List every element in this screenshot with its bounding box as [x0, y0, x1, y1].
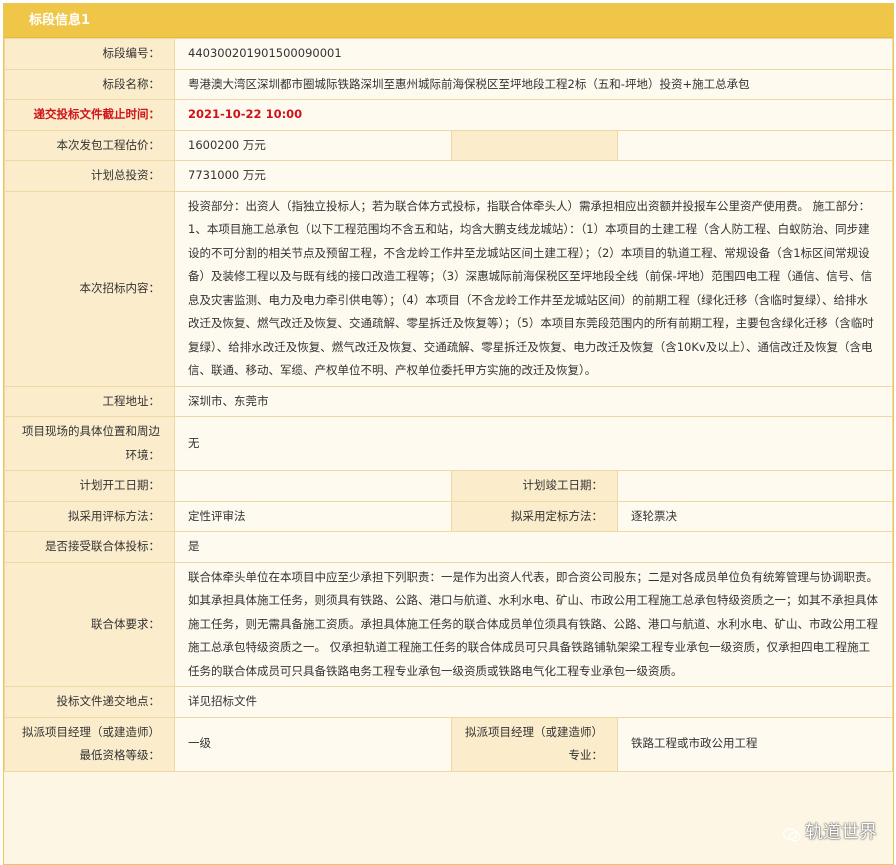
address-value: 深圳市、东莞市: [174, 385, 893, 417]
watermark: 轨道世界: [782, 818, 877, 844]
table-row: 是否接受联合体投标： 是: [4, 531, 893, 563]
empty-cell: [451, 129, 618, 161]
tender-content-label: 本次招标内容：: [4, 190, 175, 387]
eval-method-label: 拟采用评标方法：: [4, 500, 175, 532]
total-investment-value: 7731000 万元: [174, 160, 893, 192]
pm-grade-value: 一级: [174, 716, 452, 772]
table-row: 标段名称： 粤港澳大湾区深圳都市圈城际铁路深圳至惠州城际前海保税区至坪地段工程2…: [4, 68, 893, 100]
pm-major-value: 铁路工程或市政公用工程: [617, 716, 893, 772]
site-environment-value: 无: [174, 416, 893, 471]
finish-date-value: [617, 470, 893, 502]
consortium-accept-label: 是否接受联合体投标：: [4, 531, 175, 563]
table-row: 本次招标内容： 投资部分：出资人（指独立投标人；若为联合体方式投标，指联合体牵头…: [4, 190, 893, 387]
start-date-label: 计划开工日期：: [4, 470, 175, 502]
start-date-value: [174, 470, 452, 502]
tender-content-value: 投资部分：出资人（指独立投标人；若为联合体方式投标，指联合体牵头人）需承担相应出…: [174, 190, 893, 387]
finish-date-label: 计划竣工日期：: [451, 470, 618, 502]
pm-grade-label: 拟派项目经理（或建造师）最低资格等级：: [4, 716, 175, 772]
bid-name-value: 粤港澳大湾区深圳都市圈城际铁路深圳至惠州城际前海保税区至坪地段工程2标（五和-坪…: [174, 68, 893, 100]
deadline-label: 递交投标文件截止时间：: [4, 99, 175, 131]
bid-no-value: 440300201901500090001: [174, 38, 893, 70]
table-row: 投标文件递交地点： 详见招标文件: [4, 686, 893, 718]
bid-info-table: 标段编号： 440300201901500090001 标段名称： 粤港澳大湾区…: [4, 38, 893, 772]
site-environment-label: 项目现场的具体位置和周边环境：: [4, 416, 175, 471]
table-row: 项目现场的具体位置和周边环境： 无: [4, 416, 893, 471]
wechat-icon: [782, 826, 801, 842]
pm-major-label: 拟派项目经理（或建造师）专业：: [451, 716, 618, 772]
consortium-accept-value: 是: [174, 531, 893, 563]
eval-method-value: 定性评审法: [174, 500, 452, 532]
table-row: 本次发包工程估价： 1600200 万元: [4, 129, 893, 161]
table-row: 工程地址： 深圳市、东莞市: [4, 385, 893, 417]
watermark-text: 轨道世界: [805, 822, 877, 843]
bid-name-label: 标段名称：: [4, 68, 175, 100]
table-row: 拟派项目经理（或建造师）最低资格等级： 一级 拟派项目经理（或建造师）专业： 铁…: [4, 716, 893, 772]
bid-no-label: 标段编号：: [4, 38, 175, 70]
submit-place-value: 详见招标文件: [174, 686, 893, 718]
empty-cell: [617, 129, 893, 161]
bid-info-panel: 标段信息1 标段编号： 440300201901500090001 标段名称： …: [3, 3, 894, 865]
table-row: 递交投标文件截止时间： 2021-10-22 10:00: [4, 99, 893, 131]
table-row: 计划开工日期： 计划竣工日期：: [4, 470, 893, 502]
consortium-req-label: 联合体要求：: [4, 561, 175, 687]
address-label: 工程地址：: [4, 385, 175, 417]
table-row: 拟采用评标方法： 定性评审法 拟采用定标方法： 逐轮票决: [4, 500, 893, 532]
table-row: 计划总投资： 7731000 万元: [4, 160, 893, 192]
table-row: 联合体要求： 联合体牵头单位在本项目中应至少承担下列职责：一是作为出资人代表，即…: [4, 561, 893, 687]
package-estimate-value: 1600200 万元: [174, 129, 452, 161]
table-row: 标段编号： 440300201901500090001: [4, 38, 893, 70]
package-estimate-label: 本次发包工程估价：: [4, 129, 175, 161]
total-investment-label: 计划总投资：: [4, 160, 175, 192]
decide-method-value: 逐轮票决: [617, 500, 893, 532]
deadline-value: 2021-10-22 10:00: [174, 99, 893, 131]
decide-method-label: 拟采用定标方法：: [451, 500, 618, 532]
section-title: 标段信息1: [4, 4, 893, 38]
submit-place-label: 投标文件递交地点：: [4, 686, 175, 718]
consortium-req-value: 联合体牵头单位在本项目中应至少承担下列职责：一是作为出资人代表，即合资公司股东；…: [174, 561, 893, 687]
